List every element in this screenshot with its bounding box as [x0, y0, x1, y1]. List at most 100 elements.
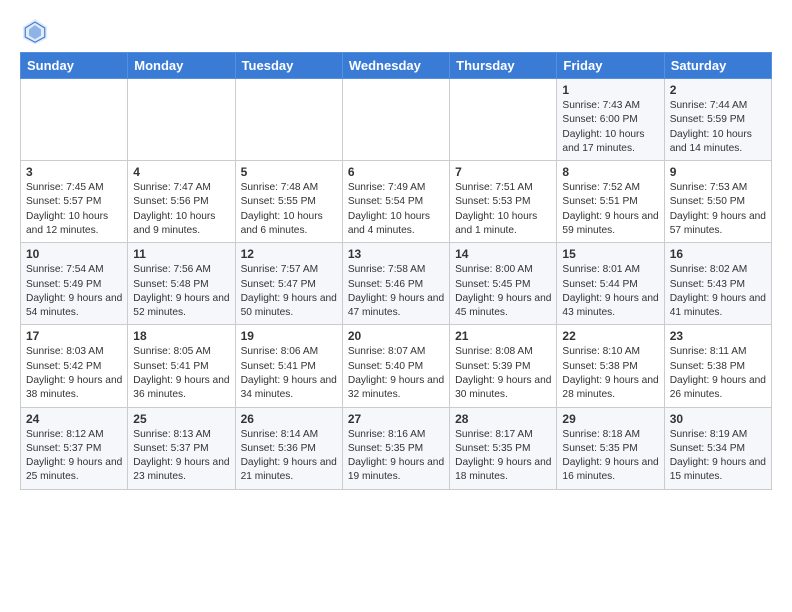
day-number: 13: [348, 247, 444, 261]
day-number: 9: [670, 165, 766, 179]
day-cell: 5 Sunrise: 7:48 AM Sunset: 5:55 PM Daylig…: [235, 161, 342, 243]
day-number: 1: [562, 83, 658, 97]
day-cell: 3 Sunrise: 7:45 AM Sunset: 5:57 PM Daylig…: [21, 161, 128, 243]
day-number: 24: [26, 412, 122, 426]
day-number: 25: [133, 412, 229, 426]
days-header-row: SundayMondayTuesdayWednesdayThursdayFrid…: [21, 53, 772, 79]
day-header-friday: Friday: [557, 53, 664, 79]
calendar-page: SundayMondayTuesdayWednesdayThursdayFrid…: [0, 0, 792, 500]
day-cell: 7 Sunrise: 7:51 AM Sunset: 5:53 PM Daylig…: [450, 161, 557, 243]
day-cell: 11Sunrise: 7:56 AM Sunset: 5:48 PM Dayli…: [128, 243, 235, 325]
day-info: Sunrise: 8:19 AM Sunset: 5:34 PM Dayligh…: [670, 428, 766, 485]
day-cell: 29 Sunrise: 8:18 AM Sunset: 5:35 PM Dayli…: [557, 407, 664, 489]
week-row-2: 3 Sunrise: 7:45 AM Sunset: 5:57 PM Daylig…: [21, 161, 772, 243]
week-row-1: 1Sunrise: 7:43 AM Sunset: 6:00 PM Daylig…: [21, 79, 772, 161]
day-info: Sunrise: 7:49 AM Sunset: 5:54 PM Dayligh…: [348, 181, 444, 238]
day-info: Sunrise: 7:58 AM Sunset: 5:46 PM Dayligh…: [348, 263, 444, 320]
day-info: Sunrise: 8:07 AM Sunset: 5:40 PM Dayligh…: [348, 345, 444, 402]
day-header-monday: Monday: [128, 53, 235, 79]
day-info: Sunrise: 7:54 AM Sunset: 5:49 PM Dayligh…: [26, 263, 122, 320]
day-number: 29: [562, 412, 658, 426]
day-info: Sunrise: 7:45 AM Sunset: 5:57 PM Dayligh…: [26, 181, 122, 238]
day-cell: 6 Sunrise: 7:49 AM Sunset: 5:54 PM Daylig…: [342, 161, 449, 243]
day-cell: 19Sunrise: 8:06 AM Sunset: 5:41 PM Dayli…: [235, 325, 342, 407]
week-row-5: 24 Sunrise: 8:12 AM Sunset: 5:37 PM Dayli…: [21, 407, 772, 489]
day-info: Sunrise: 7:48 AM Sunset: 5:55 PM Dayligh…: [241, 181, 337, 238]
day-number: 2: [670, 83, 766, 97]
day-cell: 13 Sunrise: 7:58 AM Sunset: 5:46 PM Dayli…: [342, 243, 449, 325]
day-info: Sunrise: 8:14 AM Sunset: 5:36 PM Dayligh…: [241, 428, 337, 485]
day-cell: 4 Sunrise: 7:47 AM Sunset: 5:56 PM Daylig…: [128, 161, 235, 243]
day-info: Sunrise: 8:01 AM Sunset: 5:44 PM Dayligh…: [562, 263, 658, 320]
day-info: Sunrise: 8:08 AM Sunset: 5:39 PM Dayligh…: [455, 345, 551, 402]
day-header-saturday: Saturday: [664, 53, 771, 79]
day-info: Sunrise: 7:53 AM Sunset: 5:50 PM Dayligh…: [670, 181, 766, 238]
day-cell: 9 Sunrise: 7:53 AM Sunset: 5:50 PM Daylig…: [664, 161, 771, 243]
day-cell: 24 Sunrise: 8:12 AM Sunset: 5:37 PM Dayli…: [21, 407, 128, 489]
day-header-thursday: Thursday: [450, 53, 557, 79]
day-cell: 21 Sunrise: 8:08 AM Sunset: 5:39 PM Dayli…: [450, 325, 557, 407]
day-number: 5: [241, 165, 337, 179]
day-header-wednesday: Wednesday: [342, 53, 449, 79]
day-cell: 16 Sunrise: 8:02 AM Sunset: 5:43 PM Dayli…: [664, 243, 771, 325]
day-info: Sunrise: 8:11 AM Sunset: 5:38 PM Dayligh…: [670, 345, 766, 402]
day-number: 4: [133, 165, 229, 179]
day-cell: [128, 79, 235, 161]
week-row-3: 10 Sunrise: 7:54 AM Sunset: 5:49 PM Dayli…: [21, 243, 772, 325]
logo-icon: [20, 16, 50, 46]
day-cell: 14 Sunrise: 8:00 AM Sunset: 5:45 PM Dayli…: [450, 243, 557, 325]
day-cell: 10 Sunrise: 7:54 AM Sunset: 5:49 PM Dayli…: [21, 243, 128, 325]
day-info: Sunrise: 8:18 AM Sunset: 5:35 PM Dayligh…: [562, 428, 658, 485]
day-number: 12: [241, 247, 337, 261]
day-cell: 22Sunrise: 8:10 AM Sunset: 5:38 PM Dayli…: [557, 325, 664, 407]
day-number: 14: [455, 247, 551, 261]
day-cell: 15 Sunrise: 8:01 AM Sunset: 5:44 PM Dayli…: [557, 243, 664, 325]
day-number: 20: [348, 329, 444, 343]
day-number: 21: [455, 329, 551, 343]
header: [20, 16, 772, 46]
day-info: Sunrise: 7:57 AM Sunset: 5:47 PM Dayligh…: [241, 263, 337, 320]
day-cell: [450, 79, 557, 161]
day-number: 3: [26, 165, 122, 179]
day-info: Sunrise: 7:52 AM Sunset: 5:51 PM Dayligh…: [562, 181, 658, 238]
day-info: Sunrise: 7:51 AM Sunset: 5:53 PM Dayligh…: [455, 181, 551, 238]
day-info: Sunrise: 8:00 AM Sunset: 5:45 PM Dayligh…: [455, 263, 551, 320]
day-cell: 23 Sunrise: 8:11 AM Sunset: 5:38 PM Dayli…: [664, 325, 771, 407]
day-number: 17: [26, 329, 122, 343]
day-cell: 8 Sunrise: 7:52 AM Sunset: 5:51 PM Daylig…: [557, 161, 664, 243]
day-info: Sunrise: 8:17 AM Sunset: 5:35 PM Dayligh…: [455, 428, 551, 485]
day-header-tuesday: Tuesday: [235, 53, 342, 79]
day-number: 8: [562, 165, 658, 179]
day-number: 16: [670, 247, 766, 261]
logo: [20, 16, 54, 46]
calendar-table: SundayMondayTuesdayWednesdayThursdayFrid…: [20, 52, 772, 490]
day-info: Sunrise: 8:16 AM Sunset: 5:35 PM Dayligh…: [348, 428, 444, 485]
day-number: 10: [26, 247, 122, 261]
week-row-4: 17 Sunrise: 8:03 AM Sunset: 5:42 PM Dayli…: [21, 325, 772, 407]
day-info: Sunrise: 8:05 AM Sunset: 5:41 PM Dayligh…: [133, 345, 229, 402]
day-number: 7: [455, 165, 551, 179]
day-number: 6: [348, 165, 444, 179]
day-info: Sunrise: 7:44 AM Sunset: 5:59 PM Dayligh…: [670, 99, 766, 156]
day-info: Sunrise: 8:10 AM Sunset: 5:38 PM Dayligh…: [562, 345, 658, 402]
day-info: Sunrise: 8:06 AM Sunset: 5:41 PM Dayligh…: [241, 345, 337, 402]
day-info: Sunrise: 8:02 AM Sunset: 5:43 PM Dayligh…: [670, 263, 766, 320]
day-number: 15: [562, 247, 658, 261]
day-cell: 2 Sunrise: 7:44 AM Sunset: 5:59 PM Daylig…: [664, 79, 771, 161]
day-info: Sunrise: 8:03 AM Sunset: 5:42 PM Dayligh…: [26, 345, 122, 402]
day-cell: 27 Sunrise: 8:16 AM Sunset: 5:35 PM Dayli…: [342, 407, 449, 489]
day-cell: 28Sunrise: 8:17 AM Sunset: 5:35 PM Dayli…: [450, 407, 557, 489]
day-info: Sunrise: 7:47 AM Sunset: 5:56 PM Dayligh…: [133, 181, 229, 238]
day-cell: 25Sunrise: 8:13 AM Sunset: 5:37 PM Dayli…: [128, 407, 235, 489]
day-cell: 26 Sunrise: 8:14 AM Sunset: 5:36 PM Dayli…: [235, 407, 342, 489]
day-cell: 12 Sunrise: 7:57 AM Sunset: 5:47 PM Dayli…: [235, 243, 342, 325]
day-cell: 20 Sunrise: 8:07 AM Sunset: 5:40 PM Dayli…: [342, 325, 449, 407]
day-info: Sunrise: 8:12 AM Sunset: 5:37 PM Dayligh…: [26, 428, 122, 485]
day-number: 27: [348, 412, 444, 426]
day-number: 11: [133, 247, 229, 261]
day-number: 23: [670, 329, 766, 343]
day-cell: 1Sunrise: 7:43 AM Sunset: 6:00 PM Daylig…: [557, 79, 664, 161]
day-cell: 17 Sunrise: 8:03 AM Sunset: 5:42 PM Dayli…: [21, 325, 128, 407]
day-number: 26: [241, 412, 337, 426]
day-cell: [342, 79, 449, 161]
